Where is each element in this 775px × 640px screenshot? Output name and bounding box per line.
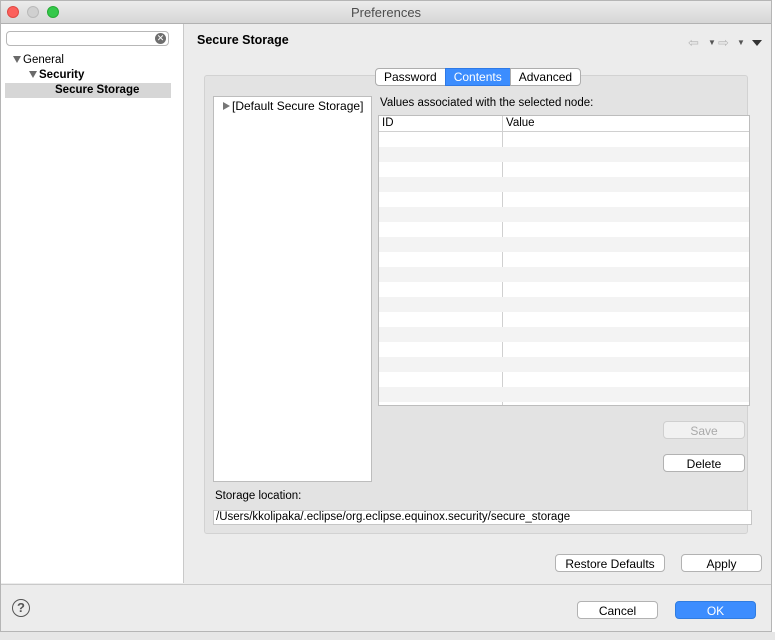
help-icon[interactable]: ? (12, 599, 30, 617)
expanded-triangle-icon[interactable] (13, 56, 21, 63)
filter-field[interactable]: ✕ (6, 31, 169, 47)
restore-defaults-button[interactable]: Restore Defaults (555, 554, 665, 572)
sidebar: ✕ General Security Secure Storage (1, 24, 184, 583)
tree-item-label: General (23, 54, 64, 66)
forward-dropdown-icon[interactable]: ▼ (737, 38, 745, 47)
title-bar: Preferences (1, 1, 771, 24)
clear-icon[interactable]: ✕ (155, 33, 166, 44)
delete-button[interactable]: Delete (663, 454, 745, 472)
window-title: Preferences (350, 5, 422, 20)
save-button[interactable]: Save (663, 421, 745, 439)
column-header-value[interactable]: Value (506, 117, 535, 129)
tab-contents[interactable]: Contents (444, 68, 511, 86)
values-table[interactable]: ID Value (378, 115, 750, 406)
back-arrow-icon[interactable]: ⇦ (688, 35, 699, 51)
values-label: Values associated with the selected node… (380, 97, 594, 109)
expanded-triangle-icon[interactable] (29, 71, 37, 78)
tab-bar: Password Contents Advanced (375, 68, 582, 86)
table-rows (379, 132, 749, 402)
ok-button[interactable]: OK (675, 601, 756, 619)
tree-item-secure-storage[interactable]: Secure Storage (5, 83, 171, 98)
tree-item-label: Secure Storage (55, 84, 140, 96)
forward-arrow-icon[interactable]: ⇨ (718, 35, 729, 51)
cancel-button[interactable]: Cancel (577, 601, 658, 619)
tab-password[interactable]: Password (375, 68, 446, 86)
page-title: Secure Storage (197, 33, 289, 47)
apply-button[interactable]: Apply (681, 554, 762, 572)
tree-item-general[interactable]: General (13, 53, 64, 68)
background-window-edge-bottom (0, 632, 775, 640)
storage-location-label: Storage location: (215, 490, 302, 502)
tree-item-security[interactable]: Security (29, 68, 84, 83)
view-menu-icon[interactable] (752, 40, 762, 46)
storage-node-tree[interactable]: [Default Secure Storage] (213, 96, 372, 482)
preferences-window: Preferences ✕ General Security Secure St… (0, 0, 772, 632)
filter-input[interactable] (7, 33, 155, 47)
table-header: ID Value (379, 116, 749, 132)
back-dropdown-icon[interactable]: ▼ (708, 38, 716, 47)
dialog-button-bar: ? Cancel OK (1, 584, 771, 631)
tab-advanced[interactable]: Advanced (509, 68, 582, 86)
column-header-id[interactable]: ID (382, 117, 394, 129)
storage-location-field[interactable]: /Users/kkolipaka/.eclipse/org.eclipse.eq… (213, 510, 752, 525)
tree-item-label: Security (39, 69, 85, 81)
node-label: [Default Secure Storage] (232, 99, 364, 113)
collapsed-triangle-icon[interactable] (223, 102, 230, 110)
tree-node-default-secure-storage[interactable]: [Default Secure Storage] (223, 99, 363, 113)
preference-page: Secure Storage ⇦ ▼ ⇨ ▼ Password Contents… (184, 24, 771, 583)
